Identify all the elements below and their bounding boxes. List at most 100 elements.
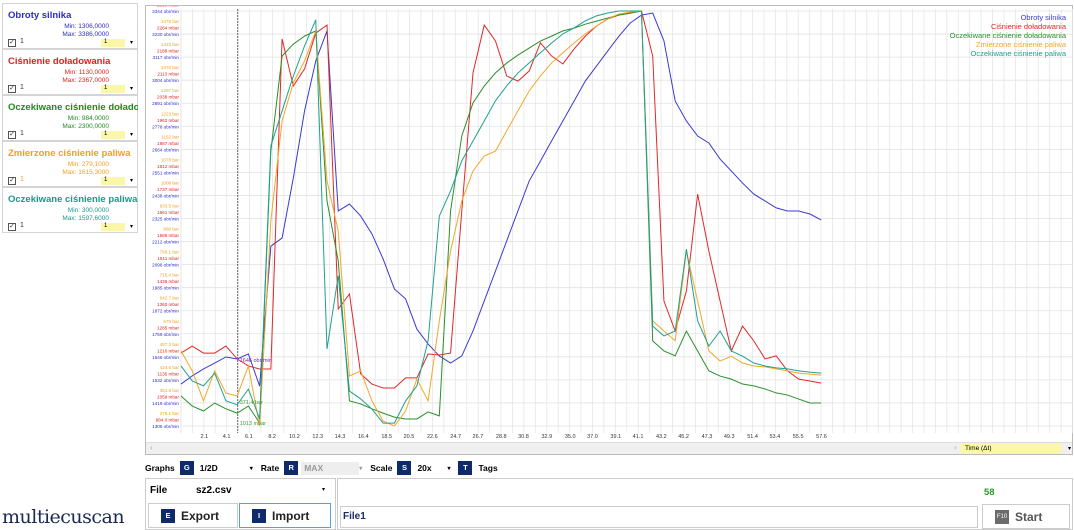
series-range: Min: 1130,0000 Max: 2367,0000	[62, 69, 109, 85]
series-axis-select[interactable]: 1 ▾	[101, 131, 133, 139]
series-max: Max: 3386,0000	[62, 31, 109, 38]
series-checkbox[interactable]: ✓	[8, 39, 16, 47]
x-tick-label: 57.6	[816, 434, 827, 440]
x-tick-label: 4.1	[223, 434, 231, 440]
y-tick-label: 1135 mbar	[157, 371, 179, 376]
sample-counter: 58	[984, 487, 995, 498]
x-tick-label: 12.3	[312, 434, 323, 440]
tags-key-button[interactable]: T	[458, 461, 473, 475]
series-checkbox-label: 1	[20, 176, 24, 183]
app-logo: multiecuscan	[2, 506, 125, 528]
start-button[interactable]: F10 Start	[982, 504, 1070, 529]
export-button[interactable]: E Export	[148, 503, 238, 528]
y-tick-label: 2551 obr/min	[152, 170, 179, 175]
y-tick-label: 3004 obr/min	[152, 78, 179, 83]
series-axis-select-value: 1	[104, 39, 108, 45]
x-tick-label: 18.5	[381, 434, 392, 440]
y-tick-label: 642.7 bar	[160, 296, 180, 301]
x-tick-label: 16.4	[358, 434, 369, 440]
y-tick-label: 1306 obr/min	[152, 424, 179, 429]
legend-entry: Zmierzone ciśnienie paliwa	[975, 40, 1066, 49]
legend-entry: Ciśnienie doładowania	[990, 22, 1066, 31]
file-dropdown-icon[interactable]: ▾	[322, 486, 325, 493]
rate-select[interactable]: MAX	[301, 461, 360, 475]
chart[interactable]: 1550 bar2339 mbar3344 obr/min1478 bar226…	[145, 5, 1073, 455]
series-min: Min: 1306,0000	[64, 23, 109, 30]
series-axis-select[interactable]: 1 ▾	[101, 177, 133, 185]
graphs-key-button[interactable]: G	[179, 461, 194, 475]
y-tick-label: 2113 mbar	[157, 72, 179, 77]
y-tick-label: 3344 obr/min	[152, 9, 179, 14]
time-axis-select[interactable]: Time (Δt) ▾	[961, 443, 1071, 454]
y-tick-label: 1737 mbar	[157, 187, 179, 192]
x-tick-label: 45.2	[678, 434, 689, 440]
x-tick-label: 43.2	[656, 434, 667, 440]
y-tick-label: 1078 bar	[161, 157, 180, 162]
x-tick-label: 32.9	[541, 434, 552, 440]
series-checkbox[interactable]: ✓	[8, 177, 16, 185]
series-checkbox[interactable]: ✓	[8, 85, 16, 93]
x-tick-label: 30.8	[518, 434, 529, 440]
scale-select[interactable]: 20x	[417, 463, 447, 473]
import-label: Import	[272, 508, 310, 523]
y-tick-label: 1646 obr/min	[152, 355, 179, 360]
series-card: Oczekiwane ciśnienie doładowania Min: 98…	[2, 95, 138, 141]
series-checkbox-label: 1	[20, 84, 24, 91]
series-checkbox[interactable]: ✓	[8, 223, 16, 231]
chevron-down-icon: ▾	[129, 178, 133, 184]
chevron-down-icon: ▾	[129, 224, 133, 230]
x-tick-label: 6.1	[245, 434, 253, 440]
series-axis-select-value: 1	[104, 85, 108, 91]
file-name-field[interactable]: File1	[340, 506, 978, 528]
series-name: Ciśnienie doładowania	[8, 56, 111, 67]
toolbar: Graphs G 1/2D ▾ Rate R MAX ▾ Scale S 20x…	[145, 460, 498, 476]
file-label: File	[150, 485, 168, 496]
y-tick-label: 2438 obr/min	[152, 193, 179, 198]
x-tick-label: 26.7	[473, 434, 484, 440]
x-tick-label: 53.4	[769, 434, 780, 440]
rate-dropdown-icon[interactable]: ▾	[359, 465, 362, 472]
horizontal-scrollbar[interactable]: ‹ › Time (Δt) ▾	[146, 442, 1072, 454]
x-tick-label: 2.1	[201, 434, 209, 440]
graphs-select[interactable]: 1/2D	[200, 463, 250, 473]
cursor-value-label: 1013 mbar	[240, 421, 266, 427]
y-tick-label: 2188 mbar	[157, 49, 179, 54]
rate-key-button[interactable]: R	[284, 461, 299, 475]
x-tick-label: 39.1	[610, 434, 621, 440]
tags-label[interactable]: Tags	[478, 463, 497, 473]
series-card: Ciśnienie doładowania Min: 1130,0000 Max:…	[2, 49, 138, 95]
series-checkbox-label: 1	[20, 222, 24, 229]
y-tick-label: 1985 obr/min	[152, 286, 179, 291]
chevron-down-icon: ▾	[129, 132, 133, 138]
scroll-left-arrow-icon[interactable]: ‹	[150, 443, 153, 452]
y-tick-label: 2778 obr/min	[152, 124, 179, 129]
series-axis-select[interactable]: 1 ▾	[101, 85, 133, 93]
series-checkbox[interactable]: ✓	[8, 131, 16, 139]
x-tick-label: 55.5	[793, 434, 804, 440]
graphs-dropdown-icon[interactable]: ▾	[250, 465, 253, 472]
chevron-down-icon: ▾	[129, 40, 133, 46]
y-tick-label: 788.1 bar	[160, 250, 180, 255]
y-tick-label: 1812 mbar	[157, 164, 179, 169]
file-select[interactable]: sz2.csv	[196, 485, 232, 496]
y-tick-label: 1661 mbar	[157, 210, 179, 215]
y-tick-label: 1210 mbar	[157, 348, 179, 353]
y-tick-label: 2339 mbar	[157, 6, 179, 8]
x-tick-label: 24.7	[450, 434, 461, 440]
series-axis-select[interactable]: 1 ▾	[101, 39, 133, 47]
scroll-right-arrow-icon[interactable]: ›	[954, 443, 957, 452]
series-range: Min: 1306,0000 Max: 3386,0000	[62, 23, 109, 39]
scale-dropdown-icon[interactable]: ▾	[447, 465, 450, 472]
x-tick-label: 22.6	[427, 434, 438, 440]
series-axis-select[interactable]: 1 ▾	[101, 223, 133, 231]
y-tick-label: 3117 obr/min	[153, 55, 180, 60]
import-button[interactable]: I Import	[239, 503, 331, 528]
series-max: Max: 1597,6000	[62, 215, 109, 222]
y-tick-label: 1006 bar	[161, 180, 180, 185]
export-label: Export	[181, 508, 220, 523]
series-min: Min: 1130,0000	[64, 69, 109, 76]
y-tick-label: 2325 obr/min	[152, 217, 179, 222]
file-name-value: File1	[343, 511, 366, 522]
y-tick-label: 1423 bar	[161, 42, 180, 47]
scale-key-button[interactable]: S	[397, 461, 412, 475]
